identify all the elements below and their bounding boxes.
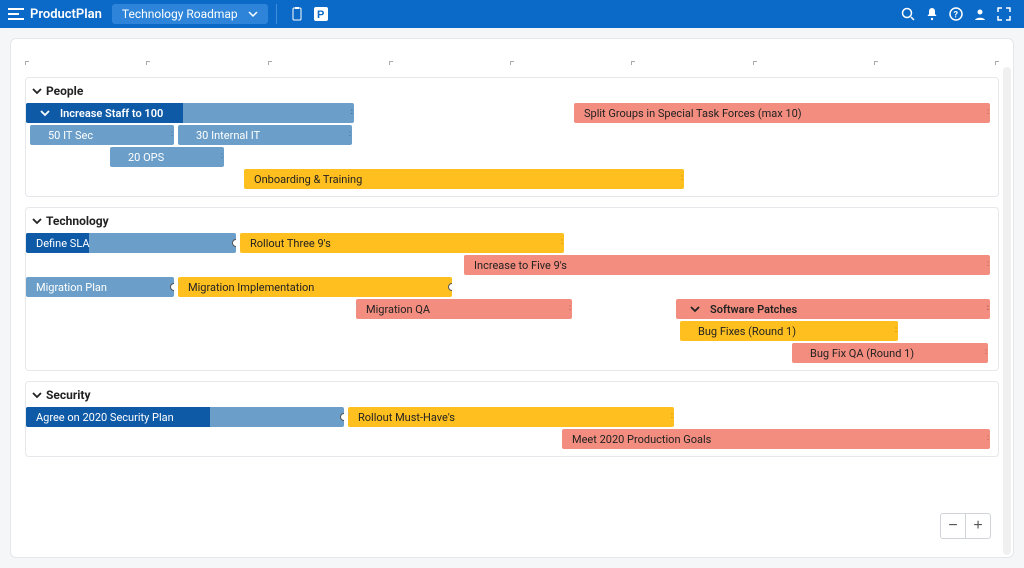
parking-icon: P	[314, 7, 328, 21]
bar-increase-staff[interactable]: Increase Staff to 100::	[26, 103, 354, 123]
bar-rollout-three-9[interactable]: Rollout Three 9's::	[240, 233, 564, 253]
bar-label: Rollout Three 9's	[250, 237, 331, 250]
chevron-down-icon	[32, 86, 42, 96]
bar-label: Onboarding & Training	[254, 173, 362, 186]
bar-meet-2020-goals[interactable]: Meet 2020 Production Goals::	[562, 429, 990, 449]
chevron-down-icon	[248, 9, 258, 19]
help-button[interactable]: ?	[944, 3, 968, 25]
bar-label: Increase to Five 9's	[474, 259, 567, 272]
link-icon: 🔗	[178, 282, 179, 292]
bar-define-sla[interactable]: Define SLA::	[26, 233, 236, 253]
user-icon	[973, 7, 987, 21]
zoom-out-button[interactable]: −	[940, 513, 966, 539]
topbar: ProductPlan Technology Roadmap P ?	[0, 0, 1024, 28]
roadmap-canvas[interactable]: PeopleIncrease Staff to 100::Split Group…	[10, 38, 1014, 558]
fullscreen-button[interactable]	[992, 3, 1016, 25]
clipboard-icon	[291, 7, 303, 21]
link-handle[interactable]	[340, 413, 344, 421]
search-button[interactable]	[896, 3, 920, 25]
lane-security: SecurityAgree on 2020 Security Plan::🔗 Ro…	[25, 381, 999, 457]
lane-header[interactable]: Technology	[26, 214, 998, 232]
lane-title: Security	[46, 388, 91, 402]
search-icon	[901, 7, 915, 21]
bar-label: Migration Plan	[36, 281, 107, 294]
brand-logo-icon	[8, 8, 24, 20]
bar-label: Meet 2020 Production Goals	[572, 433, 711, 446]
bar-30-internal-it[interactable]: 30 Internal IT::	[178, 125, 352, 145]
lane-header[interactable]: Security	[26, 388, 998, 406]
bar-software-patches[interactable]: Software Patches::	[676, 299, 990, 319]
divider	[276, 4, 277, 24]
svg-text:?: ?	[954, 11, 959, 21]
bar-rollout-musthaves[interactable]: 🔗Rollout Must-Have's::	[348, 407, 674, 427]
link-handle[interactable]	[232, 239, 236, 247]
brand[interactable]: ProductPlan	[8, 7, 102, 22]
lanes: PeopleIncrease Staff to 100::Split Group…	[25, 77, 999, 467]
bar-label: 30 Internal IT	[196, 129, 260, 142]
lane-title: People	[46, 84, 83, 98]
lane-technology: TechnologyDefine SLA::Rollout Three 9's:…	[25, 207, 999, 371]
bar-label: Rollout Must-Have's	[358, 411, 455, 424]
link-handle[interactable]	[448, 283, 452, 291]
bar-onboarding[interactable]: Onboarding & Training::	[244, 169, 684, 189]
bar-20-ops[interactable]: 20 OPS::	[110, 147, 224, 167]
bar-label: Increase Staff to 100	[60, 107, 163, 120]
bar-label: Define SLA	[36, 237, 90, 250]
expand-icon	[997, 7, 1011, 21]
bar-label: Migration Implementation	[188, 281, 314, 294]
canvas-wrap: PeopleIncrease Staff to 100::Split Group…	[0, 28, 1024, 568]
chevron-down-icon	[690, 304, 700, 314]
parking-button[interactable]: P	[309, 3, 333, 25]
bar-label: 50 IT Sec	[48, 129, 93, 142]
bar-label: Agree on 2020 Security Plan	[36, 411, 174, 424]
link-icon: 🔗	[348, 412, 349, 422]
roadmap-name: Technology Roadmap	[122, 7, 238, 21]
lane-people: PeopleIncrease Staff to 100::Split Group…	[25, 77, 999, 197]
bar-label: 20 OPS	[128, 151, 164, 164]
notifications-button[interactable]	[920, 3, 944, 25]
chevron-down-icon	[32, 216, 42, 226]
bar-split-groups[interactable]: Split Groups in Special Task Forces (max…	[574, 103, 990, 123]
bar-label: Bug Fixes (Round 1)	[698, 325, 796, 338]
bar-increase-five-9[interactable]: Increase to Five 9's::	[464, 255, 990, 275]
help-icon: ?	[949, 7, 963, 21]
bar-label: Migration QA	[366, 303, 430, 316]
roadmap-selector[interactable]: Technology Roadmap	[112, 4, 268, 24]
timeline-ticks	[25, 61, 999, 67]
bar-50-it-sec[interactable]: 50 IT Sec::	[30, 125, 174, 145]
bar-migration-plan[interactable]: Migration Plan::	[26, 277, 174, 297]
side-handle[interactable]	[1003, 67, 1011, 555]
chevron-down-icon	[40, 108, 50, 118]
bell-icon	[925, 7, 939, 21]
svg-text:P: P	[317, 9, 324, 21]
bar-migration-impl[interactable]: 🔗Migration Implementation::	[178, 277, 452, 297]
bar-bug-fixes-r1[interactable]: Bug Fixes (Round 1)::	[680, 321, 898, 341]
lane-title: Technology	[46, 214, 109, 228]
link-handle[interactable]	[170, 283, 174, 291]
lane-header[interactable]: People	[26, 84, 998, 102]
zoom-in-button[interactable]: +	[965, 513, 991, 539]
clipboard-button[interactable]	[285, 3, 309, 25]
brand-label: ProductPlan	[30, 7, 102, 22]
link-icon: 🔗	[356, 304, 357, 314]
bar-label: Bug Fix QA (Round 1)	[810, 347, 914, 360]
bar-bug-fix-qa-r1[interactable]: Bug Fix QA (Round 1)::	[792, 343, 988, 363]
bar-agree-2020-plan[interactable]: Agree on 2020 Security Plan::	[26, 407, 344, 427]
chevron-down-icon	[32, 390, 42, 400]
bar-label: Software Patches	[710, 303, 797, 316]
zoom-controls: − +	[940, 513, 991, 539]
bar-label: Split Groups in Special Task Forces (max…	[584, 107, 802, 120]
bar-migration-qa[interactable]: 🔗Migration QA::	[356, 299, 572, 319]
account-button[interactable]	[968, 3, 992, 25]
